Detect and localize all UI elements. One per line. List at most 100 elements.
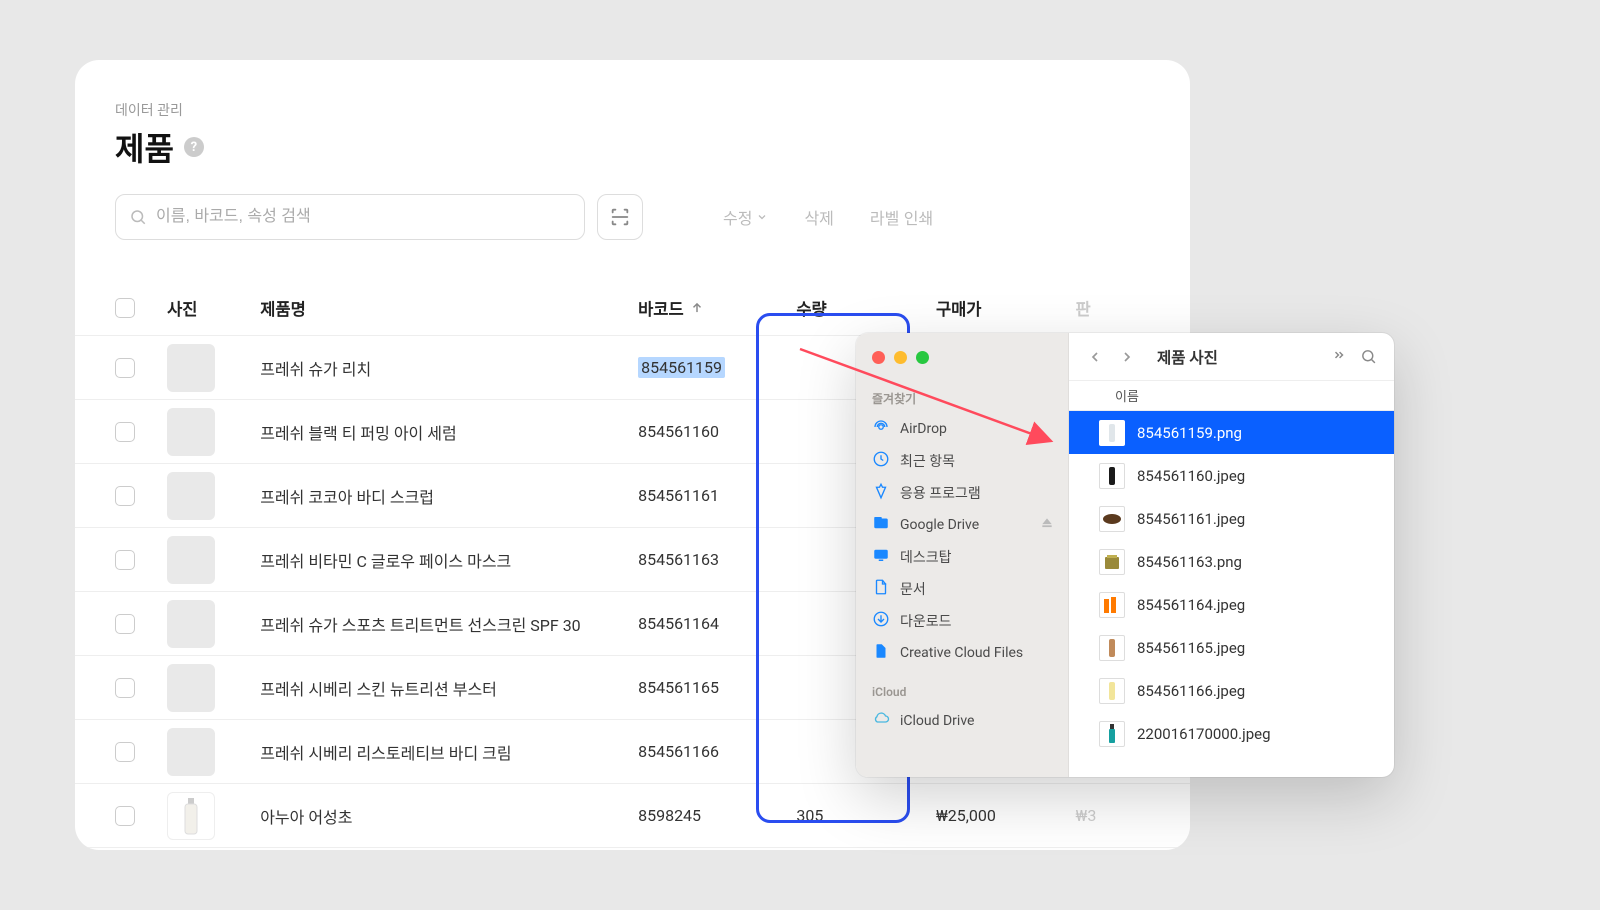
nav-forward-button[interactable] (1115, 345, 1139, 369)
desktop-icon (872, 546, 890, 568)
sidebar-item-gdrive[interactable]: Google Drive (856, 509, 1068, 541)
close-window-icon[interactable] (872, 351, 885, 364)
row-checkbox[interactable] (115, 806, 135, 826)
product-barcode: 854561164 (638, 614, 796, 633)
finder-search-button[interactable] (1356, 345, 1380, 369)
product-barcode: 854561160 (638, 422, 796, 441)
file-row[interactable]: 854561165.jpeg (1069, 626, 1394, 669)
file-name: 854561163.png (1137, 553, 1242, 571)
file-thumb (1099, 549, 1125, 575)
file-row[interactable]: 854561159.png (1069, 411, 1394, 454)
sidebar-item-label: 응용 프로그램 (900, 483, 981, 503)
product-name: 프레쉬 코코아 바디 스크럽 (260, 484, 638, 508)
favorites-section: 즐겨찾기 (856, 384, 1068, 413)
product-barcode: 854561159 (638, 357, 796, 378)
finder-title: 제품 사진 (1157, 346, 1218, 368)
product-barcode: 854561161 (638, 486, 796, 505)
sidebar-item-label: iCloud Drive (900, 713, 974, 729)
product-thumb (167, 664, 215, 712)
row-checkbox[interactable] (115, 550, 135, 570)
file-row[interactable]: 854561164.jpeg (1069, 583, 1394, 626)
airdrop-icon (872, 418, 890, 440)
product-sell-price: ₩3 (1076, 806, 1150, 825)
barcode-scan-icon (609, 206, 631, 228)
file-thumb (1099, 506, 1125, 532)
file-row[interactable]: 220016170000.jpeg (1069, 712, 1394, 755)
col-qty[interactable]: 수량 (796, 296, 936, 320)
file-name: 854561165.jpeg (1137, 639, 1245, 657)
minimize-window-icon[interactable] (894, 351, 907, 364)
product-thumb (167, 472, 215, 520)
file-row[interactable]: 854561161.jpeg (1069, 497, 1394, 540)
sort-asc-icon (690, 301, 704, 315)
col-sell-price[interactable]: 판 (1076, 296, 1150, 320)
file-thumb (1099, 463, 1125, 489)
row-checkbox[interactable] (115, 486, 135, 506)
edit-button[interactable]: 수정 (711, 197, 780, 237)
product-thumb (167, 728, 215, 776)
file-thumb (1099, 635, 1125, 661)
file-row[interactable]: 854561166.jpeg (1069, 669, 1394, 712)
toolbar-overflow-button[interactable] (1330, 347, 1348, 366)
search-input[interactable] (115, 194, 585, 240)
sidebar-item-label: 데스크탑 (900, 547, 952, 567)
clock-icon (872, 450, 890, 472)
product-name: 아누아 어성초 (260, 804, 638, 828)
delete-button[interactable]: 삭제 (792, 197, 845, 237)
sidebar-item-download[interactable]: 다운로드 (856, 605, 1068, 637)
sidebar-item-airdrop[interactable]: AirDrop (856, 413, 1068, 445)
maximize-window-icon[interactable] (916, 351, 929, 364)
file-name: 854561161.jpeg (1137, 510, 1245, 528)
product-thumb (167, 792, 215, 840)
product-name: 프레쉬 시베리 리스토레티브 바디 크림 (260, 740, 638, 764)
file-name: 854561160.jpeg (1137, 467, 1245, 485)
row-checkbox[interactable] (115, 614, 135, 634)
sidebar-item-apps[interactable]: 응용 프로그램 (856, 477, 1068, 509)
file-name: 854561166.jpeg (1137, 682, 1245, 700)
product-buy-price: ₩25,000 (936, 806, 1076, 825)
row-checkbox[interactable] (115, 358, 135, 378)
page-title: 제품 (115, 124, 174, 170)
file-thumb (1099, 420, 1125, 446)
print-label-button[interactable]: 라벨 인쇄 (858, 197, 945, 237)
sidebar-item-label: 문서 (900, 579, 926, 599)
sidebar-item-icloud[interactable]: iCloud Drive (856, 705, 1068, 737)
product-thumb (167, 344, 215, 392)
barcode-scan-button[interactable] (597, 194, 643, 240)
file-thumb (1099, 592, 1125, 618)
file-name: 220016170000.jpeg (1137, 725, 1271, 743)
file-row[interactable]: 854561160.jpeg (1069, 454, 1394, 497)
doc-icon (872, 578, 890, 600)
col-name[interactable]: 제품명 (260, 296, 638, 320)
eject-icon[interactable] (1040, 516, 1054, 534)
finder-window: 즐겨찾기 AirDrop최근 항목응용 프로그램 Google Drive 데스크탑… (856, 333, 1394, 777)
row-checkbox[interactable] (115, 678, 135, 698)
file-name: 854561164.jpeg (1137, 596, 1245, 614)
gdrive-icon (872, 514, 890, 536)
row-checkbox[interactable] (115, 422, 135, 442)
col-photo[interactable]: 사진 (167, 296, 260, 320)
nav-back-button[interactable] (1083, 345, 1107, 369)
row-checkbox[interactable] (115, 742, 135, 762)
product-barcode: 854561165 (638, 678, 796, 697)
sidebar-item-doc[interactable]: 문서 (856, 573, 1068, 605)
download-icon (872, 610, 890, 632)
table-row[interactable]: 아누아 어성초8598245305₩25,000₩3 (75, 784, 1190, 848)
sidebar-item-ccfiles[interactable]: Creative Cloud Files (856, 637, 1068, 669)
file-name: 854561159.png (1137, 424, 1242, 442)
ccfiles-icon (872, 642, 890, 664)
col-buy-price[interactable]: 구매가 (936, 296, 1076, 320)
file-row[interactable]: 854561163.png (1069, 540, 1394, 583)
sidebar-item-clock[interactable]: 최근 항목 (856, 445, 1068, 477)
sidebar-item-desktop[interactable]: 데스크탑 (856, 541, 1068, 573)
product-name: 프레쉬 비타민 C 글로우 페이스 마스크 (260, 548, 638, 572)
finder-column-name[interactable]: 이름 (1069, 381, 1394, 411)
search-icon (129, 208, 147, 226)
sidebar-item-label: 다운로드 (900, 611, 952, 631)
product-barcode: 8598245 (638, 806, 796, 825)
col-barcode[interactable]: 바코드 (638, 296, 796, 320)
select-all-checkbox[interactable] (115, 298, 135, 318)
sidebar-item-label: Creative Cloud Files (900, 645, 1023, 661)
help-icon[interactable]: ? (184, 137, 204, 157)
breadcrumb: 데이터 관리 (75, 100, 1190, 120)
